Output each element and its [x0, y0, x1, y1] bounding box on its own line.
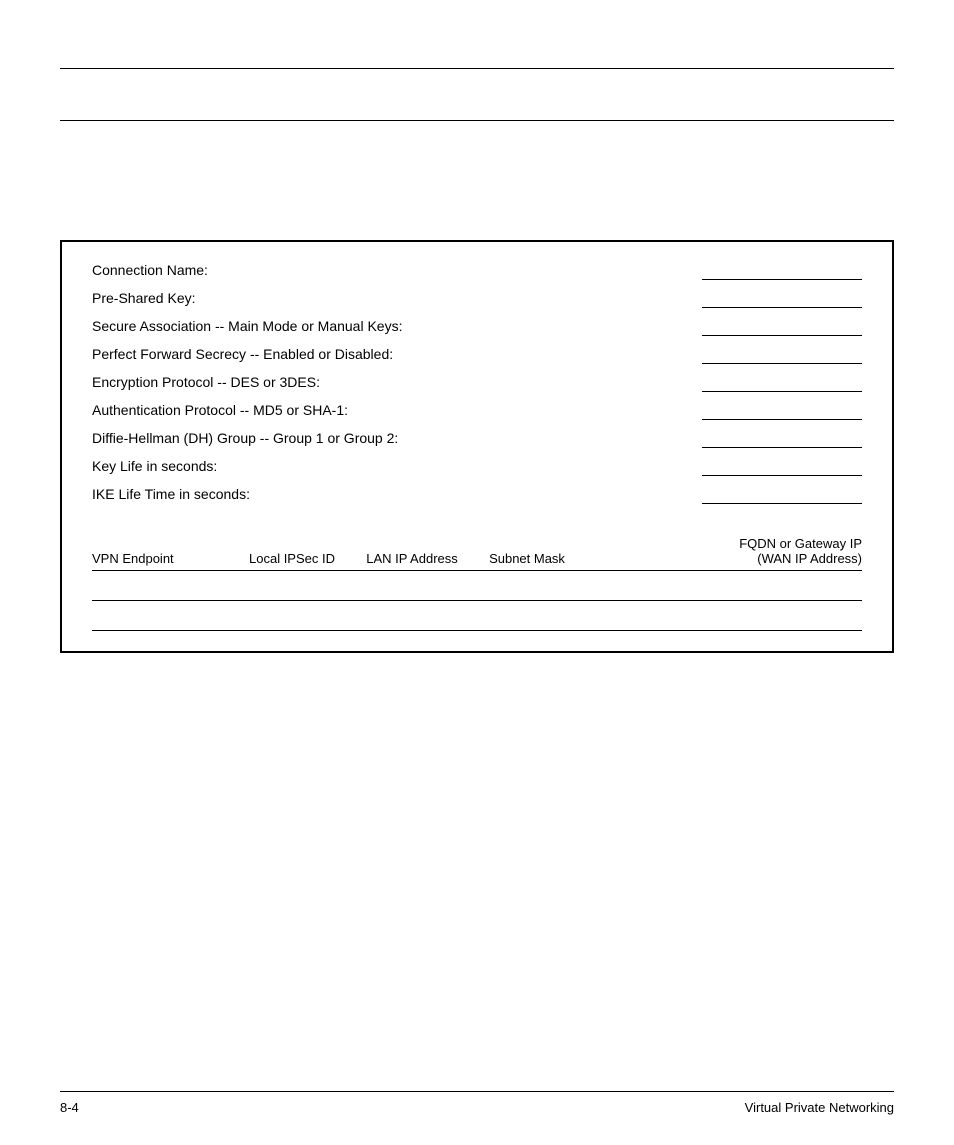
field-label: Secure Association -- Main Mode or Manua…	[92, 318, 702, 336]
form-row: Authentication Protocol -- MD5 or SHA-1:	[92, 402, 862, 422]
field-label: Encryption Protocol -- DES or 3DES:	[92, 374, 702, 392]
form-row: Perfect Forward Secrecy -- Enabled or Di…	[92, 346, 862, 366]
page-container: Connection Name: Pre-Shared Key: Secure …	[0, 0, 954, 1145]
form-row: Key Life in seconds:	[92, 458, 862, 478]
field-label: Connection Name:	[92, 262, 702, 280]
field-label: Authentication Protocol -- MD5 or SHA-1:	[92, 402, 702, 420]
th-lan-ip-address: LAN IP Address	[352, 551, 472, 566]
form-fields: Connection Name: Pre-Shared Key: Secure …	[92, 262, 862, 506]
form-row: Diffie-Hellman (DH) Group -- Group 1 or …	[92, 430, 862, 450]
th-local-ipsec-id: Local IPSec ID	[232, 551, 352, 566]
field-label: Perfect Forward Secrecy -- Enabled or Di…	[92, 346, 702, 364]
form-row: Connection Name:	[92, 262, 862, 282]
main-content-box: Connection Name: Pre-Shared Key: Secure …	[60, 240, 894, 653]
field-input-line	[702, 346, 862, 364]
table-header-row: VPN Endpoint Local IPSec ID LAN IP Addre…	[92, 536, 862, 571]
field-input-line	[702, 402, 862, 420]
field-input-line	[702, 262, 862, 280]
footer-chapter-title: Virtual Private Networking	[745, 1100, 894, 1115]
second-rule	[60, 120, 894, 121]
field-input-line	[702, 430, 862, 448]
form-row: Secure Association -- Main Mode or Manua…	[92, 318, 862, 338]
field-input-line	[702, 290, 862, 308]
page-footer: 8-4 Virtual Private Networking	[60, 1091, 894, 1115]
top-rule	[60, 68, 894, 69]
th-subnet-mask: Subnet Mask	[472, 551, 582, 566]
field-input-line	[702, 374, 862, 392]
footer-page-number: 8-4	[60, 1100, 79, 1115]
table-row	[92, 571, 862, 601]
field-input-line	[702, 318, 862, 336]
field-label: Key Life in seconds:	[92, 458, 702, 476]
field-input-line	[702, 458, 862, 476]
th-vpn-endpoint: VPN Endpoint	[92, 551, 232, 566]
field-label: Pre-Shared Key:	[92, 290, 702, 308]
field-input-line	[702, 486, 862, 504]
form-row: IKE Life Time in seconds:	[92, 486, 862, 506]
table-section: VPN Endpoint Local IPSec ID LAN IP Addre…	[92, 536, 862, 631]
th-fqdn: FQDN or Gateway IP (WAN IP Address)	[582, 536, 862, 566]
form-row: Pre-Shared Key:	[92, 290, 862, 310]
table-row	[92, 601, 862, 631]
field-label: Diffie-Hellman (DH) Group -- Group 1 or …	[92, 430, 702, 448]
field-label: IKE Life Time in seconds:	[92, 486, 702, 504]
form-row: Encryption Protocol -- DES or 3DES:	[92, 374, 862, 394]
